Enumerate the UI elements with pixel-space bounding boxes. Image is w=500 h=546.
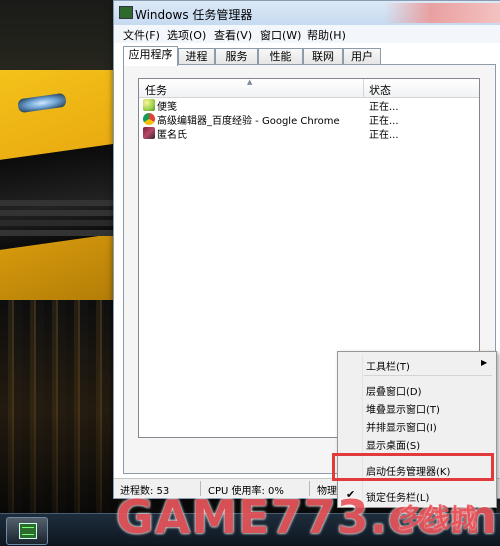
list-item[interactable]: 匿名氏 正在... — [139, 126, 479, 141]
tab-services[interactable]: 服务 — [215, 48, 258, 65]
tab-networking[interactable]: 联网 — [303, 48, 343, 65]
submenu-arrow-icon: ▶ — [481, 358, 488, 367]
taskbar-context-menu: 工具栏(T) ▶ 层叠窗口(D) 堆叠显示窗口(T) 并排显示窗口(I) 显示桌… — [337, 351, 497, 508]
menu-item-stacked-windows[interactable]: 堆叠显示窗口(T) — [338, 398, 496, 416]
menu-item-side-by-side[interactable]: 并排显示窗口(I) — [338, 416, 496, 434]
title-bar-blur — [384, 3, 500, 23]
menu-window[interactable]: 窗口(W) — [260, 27, 301, 43]
menu-item-show-desktop[interactable]: 显示桌面(S) — [338, 434, 496, 452]
menu-view[interactable]: 查看(V) — [214, 27, 252, 43]
menu-bar: 文件(F) 选项(O) 查看(V) 窗口(W) 帮助(H) — [114, 25, 500, 43]
menu-item-cascade-windows[interactable]: 层叠窗口(D) — [338, 380, 496, 398]
menu-help[interactable]: 帮助(H) — [307, 27, 346, 43]
window-title: Windows 任务管理器 — [135, 8, 253, 22]
column-divider[interactable] — [363, 79, 364, 97]
tab-users[interactable]: 用户 — [343, 48, 381, 65]
task-manager-icon — [19, 523, 37, 539]
watermark: GAME773.com 多线城 — [112, 488, 500, 545]
list-item[interactable]: 便笺 正在... — [139, 98, 479, 113]
task-name: 便笺 — [157, 102, 177, 113]
menu-item-toolbars[interactable]: 工具栏(T) ▶ — [338, 355, 496, 373]
tab-bar: 应用程序 进程 服务 性能 联网 用户 — [123, 46, 493, 66]
tab-performance[interactable]: 性能 — [258, 48, 303, 65]
sort-up-icon: ▲ — [247, 78, 253, 86]
tab-processes[interactable]: 进程 — [178, 48, 215, 65]
task-name: 高级编辑器_百度经验 - Google Chrome — [157, 116, 340, 127]
sticky-notes-icon — [143, 99, 155, 111]
menu-file[interactable]: 文件(F) — [123, 27, 160, 43]
watermark-cn: 多线城 — [398, 504, 477, 534]
task-status: 正在... — [369, 116, 399, 127]
title-bar[interactable]: Windows 任务管理器 — [114, 1, 500, 25]
task-manager-icon — [119, 6, 133, 19]
task-status: 正在... — [369, 102, 399, 113]
red-highlight-box — [332, 453, 494, 481]
column-status[interactable]: 状态 — [369, 82, 391, 98]
app-icon — [143, 127, 155, 139]
taskbar-task-manager-button[interactable] — [6, 517, 48, 545]
menu-options[interactable]: 选项(O) — [167, 27, 206, 43]
list-item[interactable]: 高级编辑器_百度经验 - Google Chrome 正在... — [139, 112, 479, 127]
task-name: 匿名氏 — [157, 130, 187, 141]
tab-applications[interactable]: 应用程序 — [123, 46, 178, 66]
task-status: 正在... — [369, 130, 399, 141]
column-task[interactable]: 任务 — [145, 82, 167, 98]
list-header: 任务 ▲ 状态 — [139, 78, 479, 98]
chrome-icon — [143, 113, 155, 125]
